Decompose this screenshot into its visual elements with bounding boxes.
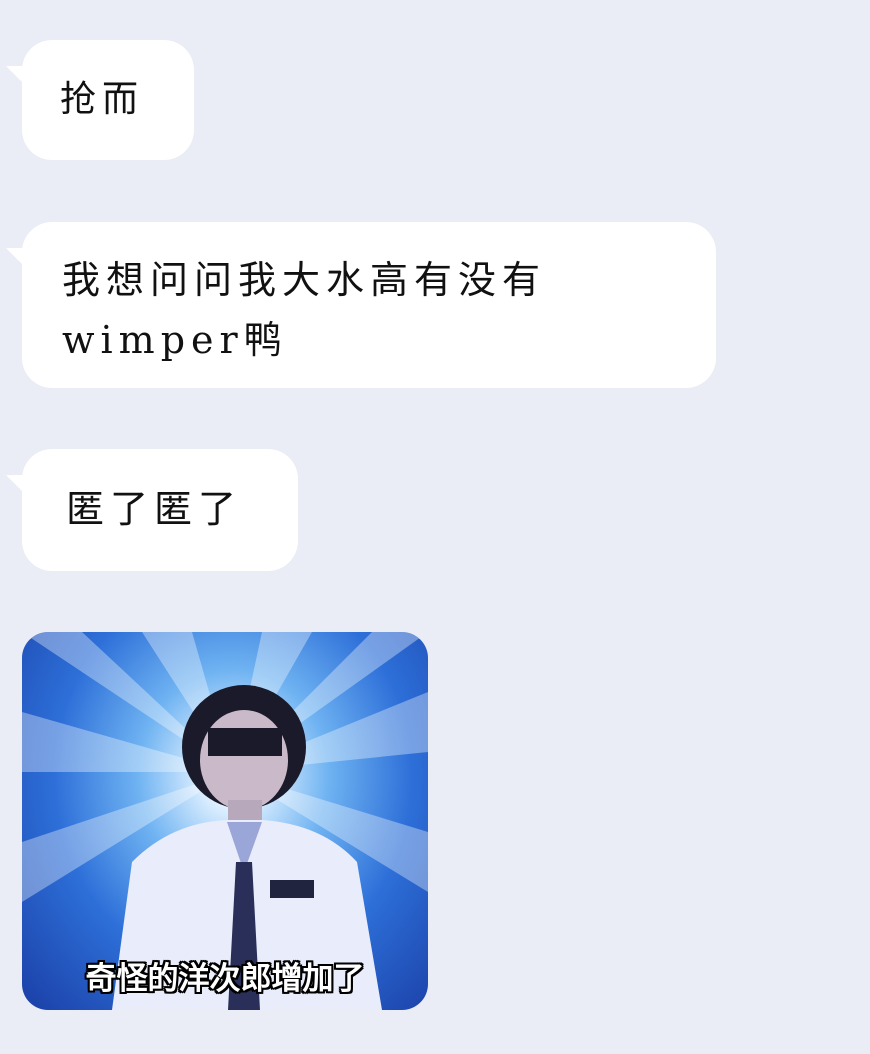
message-text-2: 我想问问我大水高有没有 wimper鸭 bbox=[62, 258, 547, 362]
sticker-caption: 奇怪的洋次郎增加了 bbox=[85, 961, 365, 997]
message-bubble-1[interactable]: 抢而 bbox=[22, 40, 194, 160]
sticker-image[interactable]: 奇怪的洋次郎增加了 bbox=[22, 632, 428, 1010]
message-text-1: 抢而 bbox=[60, 79, 145, 120]
message-text-3: 匿了匿了 bbox=[66, 487, 243, 531]
message-bubble-2[interactable]: 我想问问我大水高有没有 wimper鸭 bbox=[22, 222, 716, 388]
message-bubble-3[interactable]: 匿了匿了 bbox=[22, 449, 298, 571]
